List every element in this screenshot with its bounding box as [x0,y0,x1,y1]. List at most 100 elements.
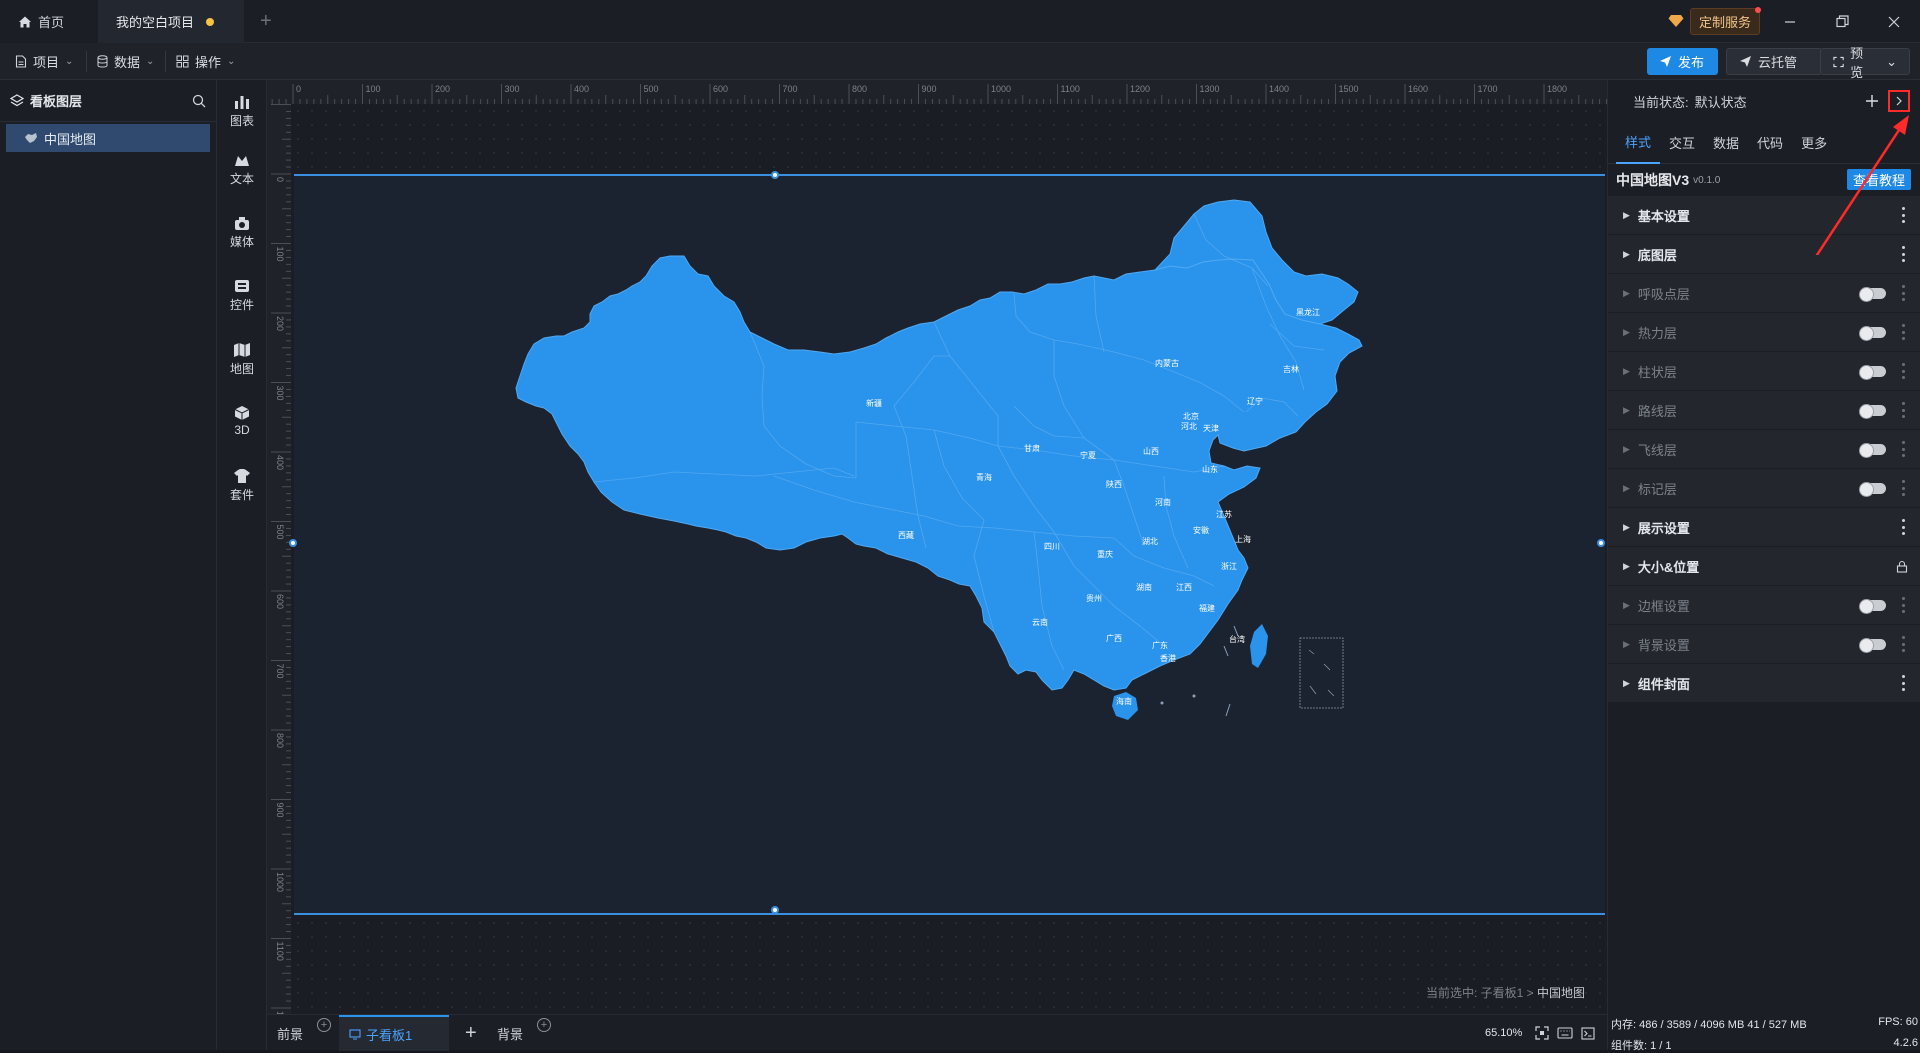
section-toggle[interactable] [1859,287,1886,302]
component-text[interactable]: 文本 [217,152,267,187]
zoom-level[interactable]: 65.10% [1485,1015,1522,1051]
province-label: 河南 [1155,497,1171,507]
add-board-button[interactable]: + [465,1015,477,1051]
layer-item[interactable]: 中国地图 [6,124,210,152]
ruler-label: 1400 [1269,84,1289,94]
resize-handle-top[interactable] [771,171,779,179]
settings-section-label: 标记层 [1637,481,1677,497]
component-kit-label: 套件 [229,488,254,502]
close-button[interactable] [1868,0,1920,43]
ruler-horizontal-svg: 0 100 200 300 400 500 600 700 800 900 1000 1100 1200… [271,84,1607,104]
settings-section[interactable]: ▶ 边框设置 [1608,586,1920,625]
tab-foreground[interactable]: 前景 + [277,1015,339,1051]
add-background-icon[interactable]: + [537,1018,551,1032]
settings-section[interactable]: ▶ 飞线层 [1608,430,1920,469]
add-tab-button[interactable]: + [250,0,282,43]
app-version: 4.2.6 [1893,1037,1918,1049]
more-options-icon[interactable] [1902,675,1906,691]
tab-style[interactable]: 样式 [1616,122,1661,164]
restore-button[interactable] [1816,0,1868,43]
cloud-hosting-button[interactable]: 云托管 [1726,48,1822,75]
section-toggle[interactable] [1859,599,1886,614]
more-options-icon[interactable] [1902,285,1906,301]
china-map[interactable]: 黑龙江吉林辽宁 内蒙古北京河北 天津山西山东 新疆甘肃宁夏青海陕西河南江苏安徽上海 西藏… [294,176,1605,913]
section-toggle[interactable] [1859,638,1886,653]
settings-section[interactable]: ▶ 热力层 [1608,313,1920,352]
monitor-icon [349,1028,361,1039]
fit-screen-button[interactable] [1535,1015,1549,1051]
component-control-label: 控件 [229,298,254,312]
more-options-icon[interactable] [1902,441,1906,457]
preview-button[interactable]: 预览 ⌄ [1820,46,1910,80]
tab-background[interactable]: 背景 + [497,1015,559,1051]
menu-data-label: 数据 [114,55,141,70]
component-media[interactable]: 媒体 [217,215,267,250]
preview-label: 预览 [1850,45,1864,80]
tab-project[interactable]: 我的空白项目 [98,0,244,43]
tab-code[interactable]: 代码 [1748,122,1792,164]
more-options-icon[interactable] [1902,324,1906,340]
console-button[interactable] [1581,1015,1595,1051]
search-icon[interactable] [192,94,206,108]
state-value[interactable]: 默认状态 [1695,92,1747,111]
ruler-label: 100 [366,84,381,94]
settings-section[interactable]: ▶ 路线层 [1608,391,1920,430]
lock-icon[interactable] [1896,560,1908,573]
layers-icon [10,93,24,106]
settings-section[interactable]: ▶ 呼吸点层 [1608,274,1920,313]
tab-interaction[interactable]: 交互 [1660,122,1704,164]
artboard[interactable]: 黑龙江 吉林 辽宁 内蒙古 北京 河北 天津 山西 山东 新疆 甘肃 宁夏 青海 陕西 河南 江苏 安徽 上海 西藏… [289,171,1605,915]
settings-section[interactable]: ▶ 标记层 [1608,469,1920,508]
more-options-icon[interactable] [1902,363,1906,379]
settings-section[interactable]: ▶ 背景设置 [1608,625,1920,664]
more-options-icon[interactable] [1902,402,1906,418]
section-toggle[interactable] [1859,365,1886,380]
component-name: 中国地图V3 [1616,172,1690,188]
custom-service-button[interactable]: 定制服务 [1668,6,1762,35]
more-options-icon[interactable] [1902,519,1906,535]
province-label: 重庆 [1097,549,1113,559]
more-options-icon[interactable] [1902,636,1906,652]
component-map[interactable]: 地图 [217,342,267,377]
component-kit[interactable]: 套件 [217,468,267,503]
component-chart[interactable]: 图表 [217,94,267,129]
settings-section-label: 飞线层 [1637,442,1677,458]
tab-sub-board[interactable]: 子看板1 [339,1015,449,1051]
section-toggle[interactable] [1859,482,1886,497]
section-toggle[interactable] [1859,404,1886,419]
menu-data[interactable]: 数据 ⌄ [97,43,154,80]
more-options-icon[interactable] [1902,597,1906,613]
minimize-button[interactable] [1764,0,1816,43]
settings-section[interactable]: ▶ 柱状层 [1608,352,1920,391]
cube-icon [234,406,250,420]
component-3d[interactable]: 3D [217,405,267,437]
map-taiwan[interactable] [1250,624,1268,668]
component-count: 组件数: 1 / 1 [1611,1040,1672,1052]
publish-button[interactable]: 发布 [1647,48,1718,75]
settings-section[interactable]: ▶ 展示设置 [1608,508,1920,547]
map-mainland[interactable] [515,255,1363,691]
menu-operation[interactable]: 操作 ⌄ [176,43,235,80]
resize-handle-right[interactable] [1597,539,1605,547]
keyboard-shortcuts-button[interactable] [1557,1015,1573,1051]
tab-data[interactable]: 数据 [1704,122,1748,164]
layer-panel-title: 看板图层 [30,94,83,109]
menu-project[interactable]: 项目 ⌄ [15,43,73,80]
tab-home[interactable]: 首页 [0,0,98,43]
settings-section[interactable]: ▶ 组件封面 [1608,664,1920,703]
section-toggle[interactable] [1859,326,1886,341]
caret-right-icon: ▶ [1623,365,1630,376]
selection-hint-target[interactable]: 中国地图 [1537,986,1585,1000]
component-control[interactable]: 控件 [217,278,267,313]
caret-right-icon: ▶ [1623,287,1630,298]
resize-handle-left[interactable] [289,539,297,547]
more-options-icon[interactable] [1902,480,1906,496]
fit-screen-icon [1535,1026,1549,1040]
resize-handle-bottom[interactable] [771,906,779,914]
settings-section[interactable]: ▶ 大小&位置 [1608,547,1920,586]
status-bar: 内存: 486 / 3589 / 4096 MB 41 / 527 MB FPS… [1608,1014,1920,1052]
chevron-down-icon[interactable]: ⌄ [1886,54,1897,70]
section-toggle[interactable] [1859,443,1886,458]
province-label: 贵州 [1086,593,1102,603]
add-foreground-icon[interactable]: + [317,1018,331,1032]
